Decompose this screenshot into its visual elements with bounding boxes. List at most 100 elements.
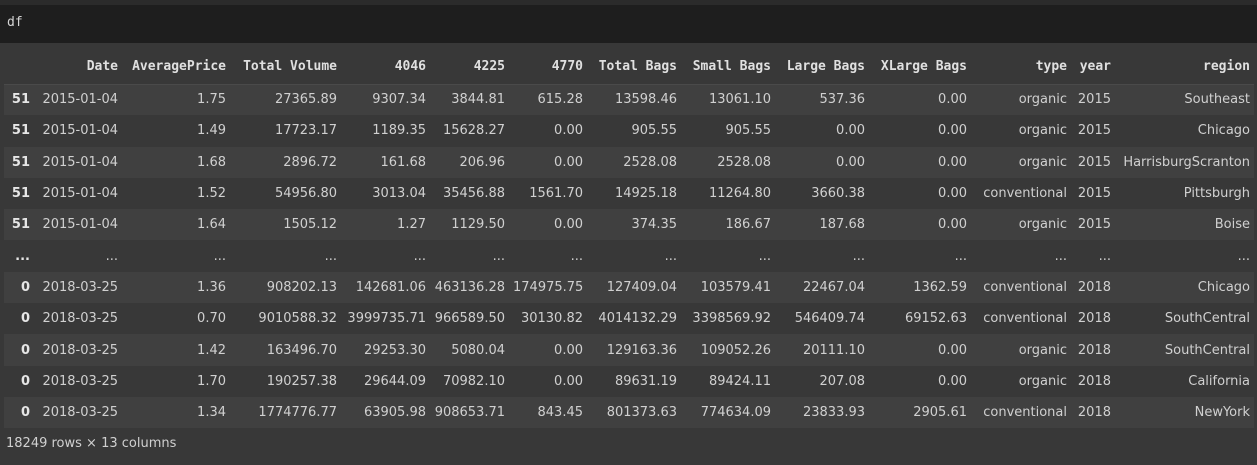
table-cell: 463136.28 — [434, 279, 505, 295]
table-cell: organic — [1018, 92, 1067, 108]
table-cell: 1.52 — [197, 186, 226, 202]
table-cell: ... — [852, 248, 865, 264]
table-cell: 163496.70 — [266, 342, 337, 358]
table-cell: 0.00 — [836, 154, 865, 170]
column-header: 4046 — [341, 50, 430, 85]
table-cell: 2015-01-04 — [42, 123, 118, 139]
table-cell: 908653.71 — [434, 405, 505, 421]
column-header: Date — [34, 50, 122, 85]
table-cell: 0.00 — [938, 342, 967, 358]
table-cell: conventional — [983, 279, 1067, 295]
table-cell: HarrisburgScranton — [1123, 154, 1250, 170]
table-cell: conventional — [983, 186, 1067, 202]
table-cell: 29253.30 — [363, 342, 426, 358]
row-index: 0 — [20, 405, 30, 421]
table-cell: 2015-01-04 — [42, 186, 118, 202]
table-cell: 2015 — [1077, 217, 1111, 233]
table-cell: Boise — [1214, 217, 1250, 233]
column-header: region — [1115, 50, 1254, 85]
table-row: 51 2015-01-04 1.75 27365.89 9307.34 3844.81 61… — [4, 84, 1254, 116]
table-cell: ... — [213, 248, 226, 264]
table-cell: 2018 — [1077, 342, 1111, 358]
table-cell: 109052.26 — [700, 342, 771, 358]
table-cell: conventional — [983, 405, 1067, 421]
table-cell: 374.35 — [631, 217, 678, 233]
table-cell: 0.00 — [554, 154, 583, 170]
table-cell: 2015-01-04 — [42, 154, 118, 170]
table-cell: 0.00 — [938, 373, 967, 389]
code-cell[interactable]: df — [0, 5, 1257, 43]
table-cell: 1.42 — [197, 342, 226, 358]
table-row: 0 2018-03-25 1.34 1774776.77 63905.98 908653.… — [4, 396, 1254, 429]
table-cell: 3013.04 — [372, 186, 426, 202]
table-cell: 20111.10 — [802, 342, 865, 358]
table-cell: 2528.08 — [717, 154, 771, 170]
table-cell: 2018 — [1077, 373, 1111, 389]
table-cell: organic — [1018, 373, 1067, 389]
table-cell: 1.68 — [197, 154, 226, 170]
row-index: 51 — [11, 154, 30, 170]
table-cell: 2018-03-25 — [42, 311, 118, 327]
table-cell: 2905.61 — [913, 405, 967, 421]
row-index: 51 — [11, 123, 30, 139]
table-row: 0 2018-03-25 1.36 908202.13 142681.06 463136.… — [4, 271, 1254, 304]
shape-summary: 18249 rows × 13 columns — [6, 436, 177, 451]
table-cell: ... — [758, 248, 771, 264]
table-cell: 1.64 — [197, 217, 226, 233]
table-cell: California — [1188, 373, 1250, 389]
table-cell: 161.68 — [380, 154, 427, 170]
table-cell: 23833.93 — [802, 405, 865, 421]
column-header: Large Bags — [775, 50, 869, 85]
table-cell: 9307.34 — [372, 92, 426, 108]
table-cell: 207.08 — [819, 373, 866, 389]
table-cell: 1.75 — [197, 92, 226, 108]
table-cell: 13598.46 — [614, 92, 677, 108]
table-cell: SouthCentral — [1164, 311, 1250, 327]
table-cell: 127409.04 — [606, 279, 677, 295]
table-cell: conventional — [983, 311, 1067, 327]
table-cell: 2528.08 — [623, 154, 677, 170]
table-row: 0 2018-03-25 1.70 190257.38 29644.09 70982.10… — [4, 365, 1254, 397]
row-index: 51 — [11, 186, 30, 202]
table-cell: 142681.06 — [355, 279, 426, 295]
table-cell: 801373.63 — [606, 405, 677, 421]
table-cell: 29644.09 — [363, 373, 426, 389]
table-cell: 1189.35 — [372, 123, 426, 139]
table-cell: 4014132.29 — [598, 311, 677, 327]
table-cell: 2018 — [1077, 405, 1111, 421]
table-row: 0 2018-03-25 1.42 163496.70 29253.30 5080.04 0… — [4, 334, 1254, 366]
table-cell: ... — [492, 248, 505, 264]
table-cell: 3398569.92 — [692, 311, 771, 327]
table-cell: Southeast — [1184, 92, 1250, 108]
table-cell: 35456.88 — [442, 186, 505, 202]
table-cell: ... — [105, 248, 118, 264]
table-cell: 2018-03-25 — [42, 342, 118, 358]
table-cell: ... — [1054, 248, 1067, 264]
table-cell: 0.00 — [554, 342, 583, 358]
table-cell: 1.34 — [197, 405, 226, 421]
code-cell-text: df — [7, 15, 23, 30]
table-cell: 0.00 — [938, 92, 967, 108]
ellipsis-row: ........................................… — [4, 240, 1254, 272]
table-cell: 1774776.77 — [258, 405, 337, 421]
table-cell: 89631.19 — [614, 373, 677, 389]
dataframe-table: Date AveragePrice Total Volume 4046 4225… — [4, 50, 1254, 429]
table-cell: 843.45 — [537, 405, 584, 421]
table-cell: 129163.36 — [606, 342, 677, 358]
table-cell: ... — [1098, 248, 1111, 264]
row-index: 51 — [11, 217, 30, 233]
table-cell: ... — [413, 248, 426, 264]
table-cell: organic — [1018, 217, 1067, 233]
table-cell: ... — [954, 248, 967, 264]
table-cell: 30130.82 — [520, 311, 583, 327]
table-cell: 9010588.32 — [258, 311, 337, 327]
table-cell: 0.00 — [554, 217, 583, 233]
table-cell: 206.96 — [459, 154, 506, 170]
table-cell: 3660.38 — [811, 186, 865, 202]
table-cell: 69152.63 — [904, 311, 967, 327]
table-cell: organic — [1018, 342, 1067, 358]
table-cell: ... — [570, 248, 583, 264]
table-cell: 546409.74 — [794, 311, 865, 327]
table-cell: 13061.10 — [708, 92, 771, 108]
row-index: 0 — [20, 279, 30, 295]
